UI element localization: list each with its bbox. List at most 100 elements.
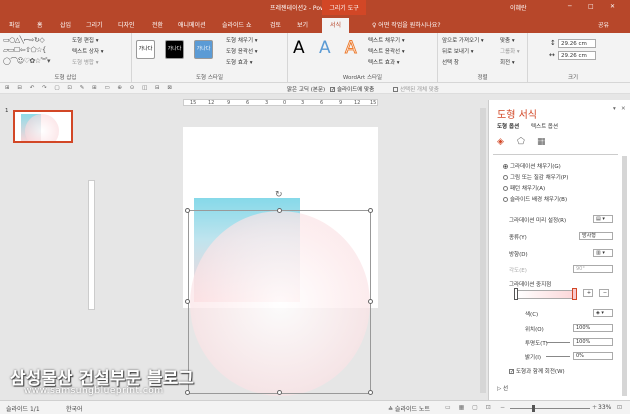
minimize-button[interactable]: ─ [568, 3, 572, 10]
zoom-slider[interactable] [510, 408, 590, 409]
pane-scrollbar[interactable] [622, 156, 627, 396]
pane-options-icon[interactable]: ▾ [613, 106, 616, 112]
zoom-slider-thumb[interactable] [532, 405, 535, 412]
share-button[interactable]: 공유 [598, 20, 609, 29]
shape-fill-button[interactable]: 도형 채우기 ▾ [226, 36, 258, 44]
notes-button[interactable]: ≙ 슬라이드 노트 [388, 404, 430, 413]
wordart-black[interactable]: A [293, 38, 305, 58]
tell-me-search[interactable]: ♀ 어떤 작업을 원하시나요? [372, 20, 441, 29]
maximize-button[interactable]: □ [588, 3, 594, 10]
radio-pattern-fill[interactable]: 패턴 채우기(A) [503, 184, 545, 192]
preset-gradients-dropdown[interactable]: ▤ ▾ [593, 215, 613, 223]
resize-handle-e[interactable] [368, 299, 373, 304]
shape-effects-button[interactable]: 도형 효과 ▾ [226, 58, 253, 66]
resize-handle-n[interactable] [277, 208, 282, 213]
user-name[interactable]: 이혜란 [510, 3, 527, 12]
align-button[interactable]: 맞춤 ▾ [500, 36, 515, 44]
zoom-level[interactable]: 33% [598, 404, 611, 411]
tab-home[interactable]: 홈 [37, 20, 43, 29]
selection-pane-button[interactable]: 선택 창 [442, 58, 459, 66]
resize-handle-nw[interactable] [185, 208, 190, 213]
shape-gallery-icon[interactable]: ▭○△╲⌐⇨↻◇ [3, 36, 45, 44]
remove-stop-button[interactable]: − [599, 289, 609, 297]
zoom-in-button[interactable]: + [592, 404, 597, 411]
merge-shapes-button[interactable]: 도형 병합 ▾ [72, 58, 99, 66]
tab-animations[interactable]: 애니메이션 [178, 20, 206, 29]
type-dropdown[interactable]: 방사형 [579, 232, 613, 240]
effects-icon[interactable]: ⬠ [517, 137, 525, 147]
font-selector[interactable]: 맑은 고딕 (본문) [287, 85, 325, 93]
shape-gallery-row2[interactable]: ▱▭☐⇦⇧⬠☆{ [3, 46, 46, 54]
gradient-stops-bar[interactable] [516, 290, 576, 299]
gradient-stop-1[interactable] [514, 288, 518, 300]
tab-file[interactable]: 파일 [9, 20, 20, 29]
pane-close-icon[interactable]: ✕ [621, 106, 626, 112]
resize-handle-se[interactable] [368, 390, 373, 395]
add-stop-button[interactable]: + [583, 289, 593, 297]
resize-handle-ne[interactable] [368, 208, 373, 213]
rotate-with-shape-checkbox[interactable]: ✓ 도형과 함께 회전(W) [509, 367, 565, 375]
resize-handle-w[interactable] [185, 299, 190, 304]
wordart-blue[interactable]: A [319, 38, 331, 58]
vertical-scrollbar[interactable] [480, 108, 486, 393]
tab-slideshow[interactable]: 슬라이드 쇼 [222, 20, 252, 29]
height-input[interactable]: 29.26 cm [558, 39, 596, 48]
color-picker[interactable]: ◈ ▾ [593, 309, 613, 317]
direction-dropdown[interactable]: ▥ ▾ [593, 249, 613, 257]
language[interactable]: 한국어 [66, 404, 83, 413]
angle-input[interactable]: 90° [573, 265, 613, 273]
resize-handle-sw[interactable] [185, 390, 190, 395]
radio-gradient-fill-label: 그라데이션 채우기(G) [510, 164, 561, 170]
line-section-toggle[interactable]: ▷ 선 [497, 384, 508, 392]
close-button[interactable]: ✕ [610, 3, 615, 10]
fit-to-window-icon[interactable]: ⊡ [617, 404, 622, 411]
tab-text-options[interactable]: 텍스트 옵션 [531, 122, 558, 130]
edit-shape-button[interactable]: 도형 편집 ▾ [72, 36, 99, 44]
tab-view[interactable]: 보기 [297, 20, 308, 29]
shape-style-white[interactable]: 가나다 [136, 40, 155, 59]
radio-background-fill[interactable]: 슬라이드 배경 채우기(B) [503, 195, 567, 203]
text-outline-button[interactable]: 텍스트 윤곽선 ▾ [368, 47, 405, 55]
type-label: 종류(Y) [509, 235, 527, 241]
slide-count: 슬라이드 1/1 [6, 406, 40, 413]
tab-design[interactable]: 디자인 [118, 20, 135, 29]
tab-review[interactable]: 검토 [270, 20, 281, 29]
fit-slide-checkbox[interactable]: ✓ 슬라이드에 맞춤 [330, 85, 374, 93]
shape-style-blue[interactable]: 가나다 [194, 40, 213, 59]
tab-insert[interactable]: 삽입 [60, 20, 71, 29]
bring-forward-button[interactable]: 앞으로 가져오기 ▾ [442, 36, 484, 44]
rotate-button[interactable]: 회전 ▾ [500, 58, 515, 66]
tab-draw[interactable]: 그리기 [86, 20, 103, 29]
resize-handle-s[interactable] [277, 390, 282, 395]
size-properties-icon[interactable]: ▦ [537, 137, 546, 147]
group-label-insert-shapes: 도형 삽입 [54, 75, 77, 81]
fill-line-icon[interactable]: ◈ [497, 137, 504, 147]
rotate-handle-icon[interactable]: ↻ [275, 190, 283, 200]
transparency-slider[interactable] [546, 342, 570, 343]
selected-object-fit[interactable]: 선택된 개체 맞춤 [393, 85, 439, 93]
wordart-orange-outline[interactable]: A [345, 38, 358, 59]
view-buttons[interactable]: ▭ ▦ ▢ ⊡ [445, 404, 494, 411]
brightness-slider[interactable] [546, 356, 570, 357]
tab-transitions[interactable]: 전환 [152, 20, 163, 29]
text-box-button[interactable]: 텍스트 상자 ▾ [72, 47, 104, 55]
slide-thumbnail[interactable] [13, 110, 73, 143]
radio-gradient-fill[interactable]: 그라데이션 채우기(G) [503, 162, 561, 170]
text-effects-button[interactable]: 텍스트 효과 ▾ [368, 58, 400, 66]
brightness-input[interactable]: 0% [573, 352, 613, 360]
width-input[interactable]: 29.26 cm [558, 51, 596, 60]
transparency-input[interactable]: 100% [573, 338, 613, 346]
shape-style-black[interactable]: 가나다 [165, 40, 184, 59]
qat-icons[interactable]: ⊞ ⊟ ↶ ↷ ▢ ⊡ ✎ ⊞ ▭ ⊕ ⊙ ◫ ⊟ ⊠ [5, 85, 175, 91]
tab-shape-options[interactable]: 도형 옵션 [497, 122, 519, 130]
shape-gallery-row3[interactable]: ◯⌒☺♡✿☆︾▾ [3, 56, 51, 66]
zoom-out-button[interactable]: − [500, 404, 505, 411]
send-backward-button[interactable]: 뒤로 보내기 ▾ [442, 47, 474, 55]
text-fill-button[interactable]: 텍스트 채우기 ▾ [368, 36, 405, 44]
gradient-stop-2[interactable] [572, 288, 577, 300]
shape-outline-button[interactable]: 도형 윤곽선 ▾ [226, 47, 258, 55]
group-button[interactable]: 그룹화 ▾ [500, 47, 520, 55]
position-input[interactable]: 100% [573, 324, 613, 332]
tab-format[interactable]: 서식 [322, 18, 350, 33]
radio-picture-fill[interactable]: 그림 또는 질감 채우기(P) [503, 173, 568, 181]
